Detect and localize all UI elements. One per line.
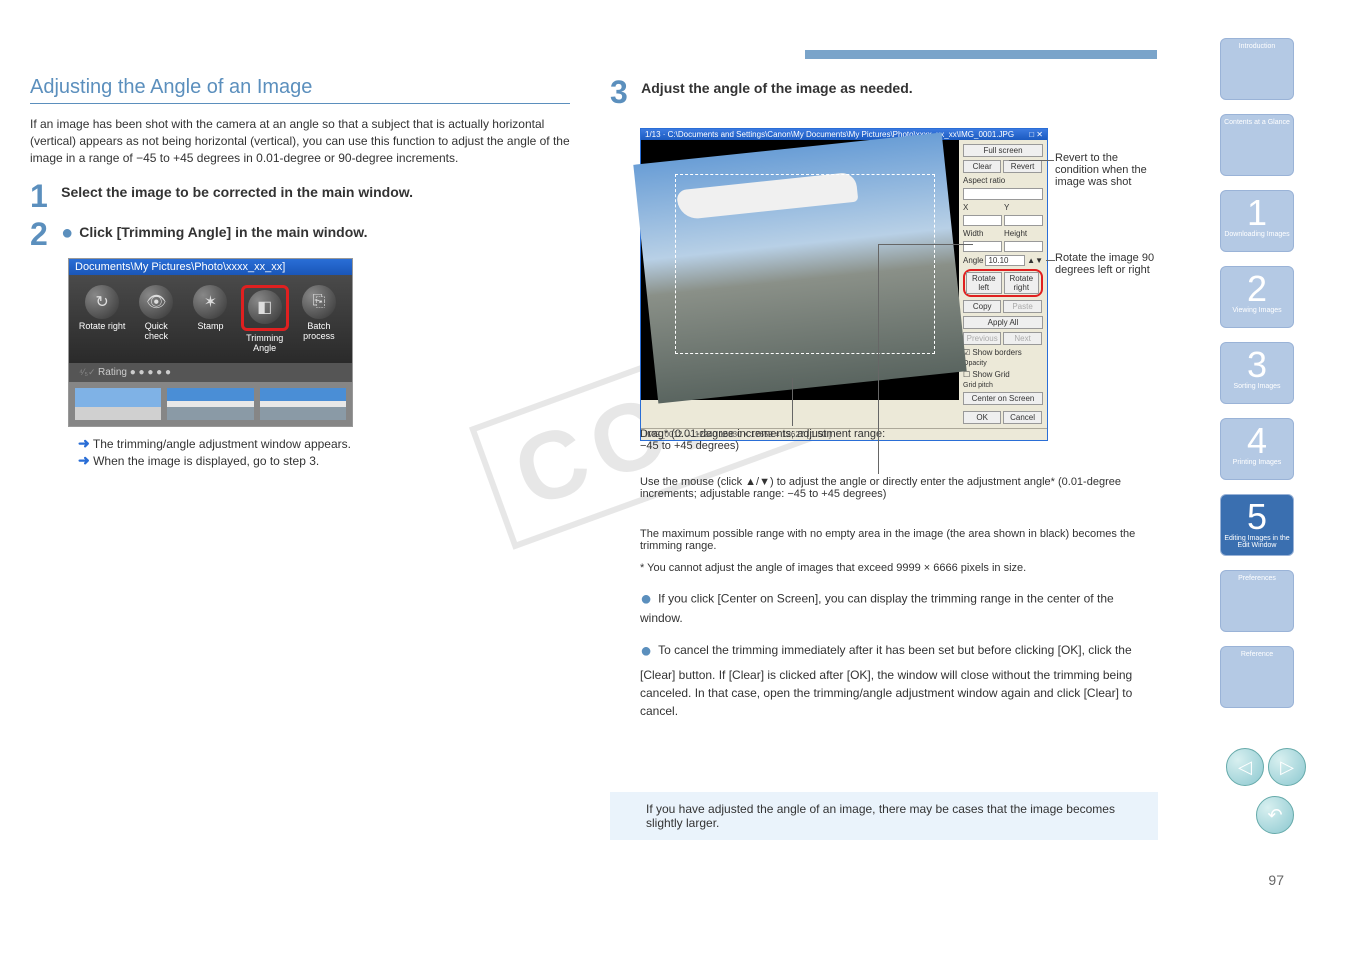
side-panel: Full screen ClearRevert Aspect ratio XY … bbox=[959, 140, 1047, 428]
intro-text: If an image has been shot with the camer… bbox=[30, 116, 570, 166]
section-title: Adjusting the Angle of an Image bbox=[30, 76, 570, 104]
width-input[interactable] bbox=[963, 241, 1002, 252]
nav-introduction[interactable]: Introduction bbox=[1220, 38, 1294, 100]
nav-chapter-4[interactable]: 4Printing Images bbox=[1220, 418, 1294, 480]
page-arrows: ◁ ▷ bbox=[1226, 748, 1306, 786]
quick-check-button[interactable]: 👁Quick check bbox=[132, 285, 180, 353]
crop-border[interactable] bbox=[675, 174, 935, 354]
rotate-right-button[interactable]: Rotate right bbox=[1004, 272, 1040, 294]
apply-all-button[interactable]: Apply All bbox=[963, 316, 1043, 329]
thumb bbox=[167, 388, 253, 420]
height-input[interactable] bbox=[1004, 241, 1043, 252]
nav-chapter-3[interactable]: 3Sorting Images bbox=[1220, 342, 1294, 404]
rating-row: ⁴⁄₅✓ Rating ● ● ● ● ● bbox=[69, 363, 352, 382]
angle-spinner[interactable]: ▲▼ bbox=[1027, 256, 1043, 265]
bullet-icon: ● bbox=[640, 640, 652, 662]
rotate-highlight: Rotate leftRotate right bbox=[963, 269, 1043, 297]
bullet-centeron: ●If you click [Center on Screen], you ca… bbox=[640, 588, 1156, 625]
editor-screenshot: 1/13 · C:\Documents and Settings\Canon\M… bbox=[640, 128, 1048, 441]
nav-contents[interactable]: Contents at a Glance bbox=[1220, 114, 1294, 176]
next-button: Next bbox=[1003, 332, 1041, 345]
canvas-area[interactable] bbox=[641, 140, 959, 400]
opacity-label: Opacity bbox=[963, 360, 1043, 367]
thumb bbox=[75, 388, 161, 420]
nav-reference[interactable]: Reference bbox=[1220, 646, 1294, 708]
bullet-cancel: ●To cancel the trimming immediately afte… bbox=[640, 636, 1156, 720]
accent-bar bbox=[805, 50, 1157, 59]
tip-box: If you have adjusted the angle of an ima… bbox=[610, 792, 1158, 840]
toolbar-titlebar: Documents\My Pictures\Photo\xxxx_xx_xx] bbox=[69, 259, 352, 275]
toolbar-screenshot: Documents\My Pictures\Photo\xxxx_xx_xx] … bbox=[68, 258, 353, 427]
center-on-screen-button[interactable]: Center on Screen bbox=[963, 392, 1043, 405]
batch-icon: ⎘ bbox=[302, 285, 336, 319]
step-number-1: 1 bbox=[30, 180, 48, 212]
thumbnails-row bbox=[69, 382, 352, 426]
trimming-angle-button[interactable]: ◧Trimming Angle bbox=[241, 285, 289, 353]
paste-button: Paste bbox=[1003, 300, 1041, 313]
toolbar-row: ↻Rotate right 👁Quick check ✶Stamp ◧Trimm… bbox=[69, 275, 352, 363]
copy-button[interactable]: Copy bbox=[963, 300, 1001, 313]
callout-note: * You cannot adjust the angle of images … bbox=[640, 562, 1150, 574]
revert-button[interactable]: Revert bbox=[1003, 160, 1041, 173]
page-number: 97 bbox=[1268, 872, 1284, 888]
next-page-button[interactable]: ▷ bbox=[1268, 748, 1306, 786]
callout-rotate90: Rotate the image 90 degrees left or righ… bbox=[1055, 252, 1159, 276]
previous-button: Previous bbox=[963, 332, 1001, 345]
step-number-2: 2 bbox=[30, 218, 48, 250]
show-grid-check[interactable]: ☐ Show Grid bbox=[963, 370, 1043, 379]
step-2-results: ➜ The trimming/angle adjustment window a… bbox=[78, 435, 570, 469]
step-3-header: 3 Adjust the angle of the image as neede… bbox=[610, 76, 1170, 108]
rotate-left-button[interactable]: Rotate left bbox=[966, 272, 1002, 294]
nav-chapter-5[interactable]: 5Editing Images in the Edit Window bbox=[1220, 494, 1294, 556]
step-3-text: Adjust the angle of the image as needed. bbox=[641, 76, 913, 96]
back-button[interactable]: ↶ bbox=[1256, 796, 1294, 834]
stamp-icon: ✶ bbox=[193, 285, 227, 319]
step-1: 1 Select the image to be corrected in th… bbox=[30, 180, 570, 212]
result-1: The trimming/angle adjustment window app… bbox=[93, 437, 351, 451]
angle-input[interactable]: 10.10 bbox=[985, 255, 1025, 266]
quick-check-icon: 👁 bbox=[139, 285, 173, 319]
nav-chapter-1[interactable]: 1Downloading Images bbox=[1220, 190, 1294, 252]
aspect-input[interactable] bbox=[963, 188, 1043, 200]
clear-button[interactable]: Clear bbox=[963, 160, 1001, 173]
callout-maxrange: The maximum possible range with no empty… bbox=[640, 528, 1150, 552]
batch-process-button[interactable]: ⎘Batch process bbox=[295, 285, 343, 353]
callout-drag: Drag* (0.01-degree increments; adjustmen… bbox=[640, 428, 890, 452]
bullet-icon: ● bbox=[61, 222, 73, 244]
arrow-icon: ➜ bbox=[78, 435, 90, 451]
thumb bbox=[260, 388, 346, 420]
step-2: 2 ● Click [Trimming Angle] in the main wi… bbox=[30, 218, 570, 250]
cancel-button[interactable]: Cancel bbox=[1003, 411, 1041, 424]
editor-titlebar: 1/13 · C:\Documents and Settings\Canon\M… bbox=[641, 129, 1047, 140]
bullet-icon: ● bbox=[640, 588, 652, 610]
prev-page-button[interactable]: ◁ bbox=[1226, 748, 1264, 786]
show-borders-check[interactable]: ☑ Show borders bbox=[963, 348, 1043, 357]
stamp-button[interactable]: ✶Stamp bbox=[186, 285, 234, 353]
x-input[interactable] bbox=[963, 215, 1002, 226]
angle-row: Angle10.10▲▼ bbox=[963, 255, 1043, 266]
ok-button[interactable]: OK bbox=[963, 411, 1001, 424]
sidebar-nav: Introduction Contents at a Glance 1Downl… bbox=[1220, 38, 1294, 708]
y-input[interactable] bbox=[1004, 215, 1043, 226]
main-section: Adjusting the Angle of an Image If an im… bbox=[30, 76, 570, 469]
step-2-text: Click [Trimming Angle] in the main windo… bbox=[79, 225, 367, 241]
aspect-label: Aspect ratio bbox=[963, 176, 1043, 185]
nav-preferences[interactable]: Preferences bbox=[1220, 570, 1294, 632]
result-2: When the image is displayed, go to step … bbox=[93, 454, 319, 468]
fullscreen-button[interactable]: Full screen bbox=[963, 144, 1043, 157]
step-number-3: 3 bbox=[610, 76, 628, 108]
trimming-icon: ◧ bbox=[248, 290, 282, 324]
callout-revert: Revert to the condition when the image w… bbox=[1055, 152, 1155, 188]
step-1-text: Select the image to be corrected in the … bbox=[61, 180, 413, 200]
gridpitch-label: Grid pitch bbox=[963, 382, 1043, 389]
rotate-right-button[interactable]: ↻Rotate right bbox=[78, 285, 126, 353]
callout-mouse: Use the mouse (click ▲/▼) to adjust the … bbox=[640, 476, 1150, 500]
rotate-icon: ↻ bbox=[85, 285, 119, 319]
arrow-icon: ➜ bbox=[78, 452, 90, 468]
nav-chapter-2[interactable]: 2Viewing Images bbox=[1220, 266, 1294, 328]
